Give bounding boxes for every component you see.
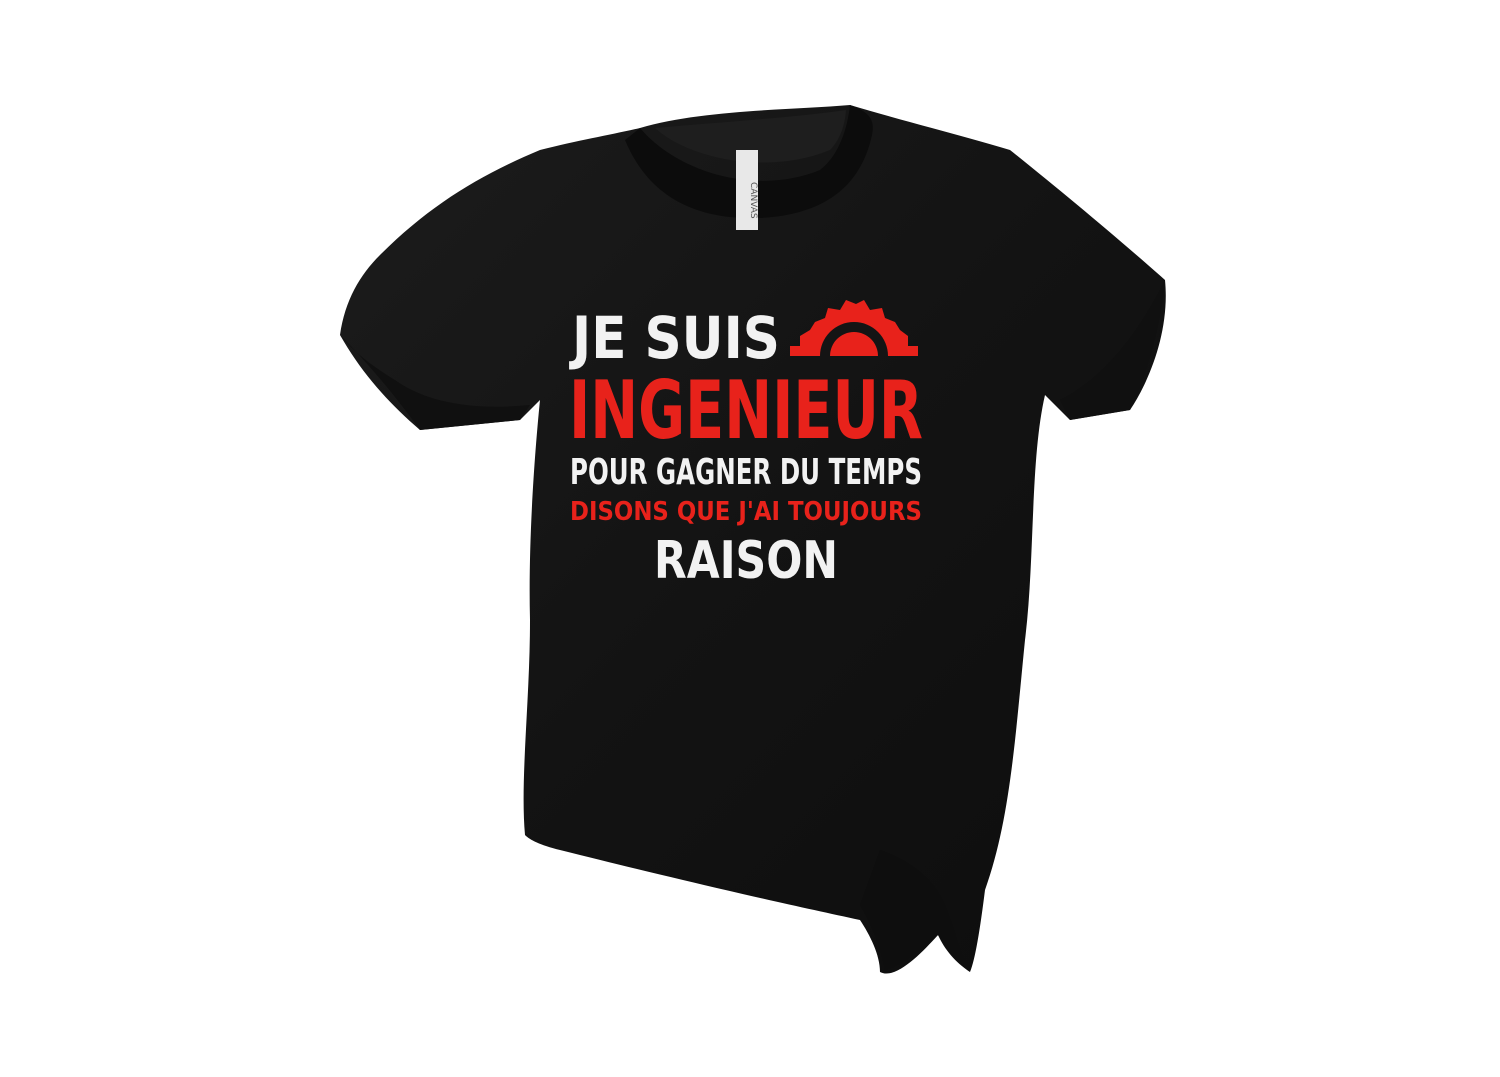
neck-label: CANVAS <box>736 150 758 230</box>
print-line-pour-gagner: POUR GAGNER DU TEMPS <box>570 452 922 493</box>
print-line-raison: RAISON <box>654 531 838 591</box>
tshirt-photo: CANVAS JE SUIS INGENIEUR POUR GAGNER DU … <box>340 105 1166 974</box>
print-line-ingenieur: INGENIEUR <box>569 364 923 457</box>
neck-label-brand: CANVAS <box>748 182 758 219</box>
print-line-je-suis: JE SUIS <box>568 304 780 372</box>
print-line-disons: DISONS QUE J'AI TOUJOURS <box>570 497 922 527</box>
